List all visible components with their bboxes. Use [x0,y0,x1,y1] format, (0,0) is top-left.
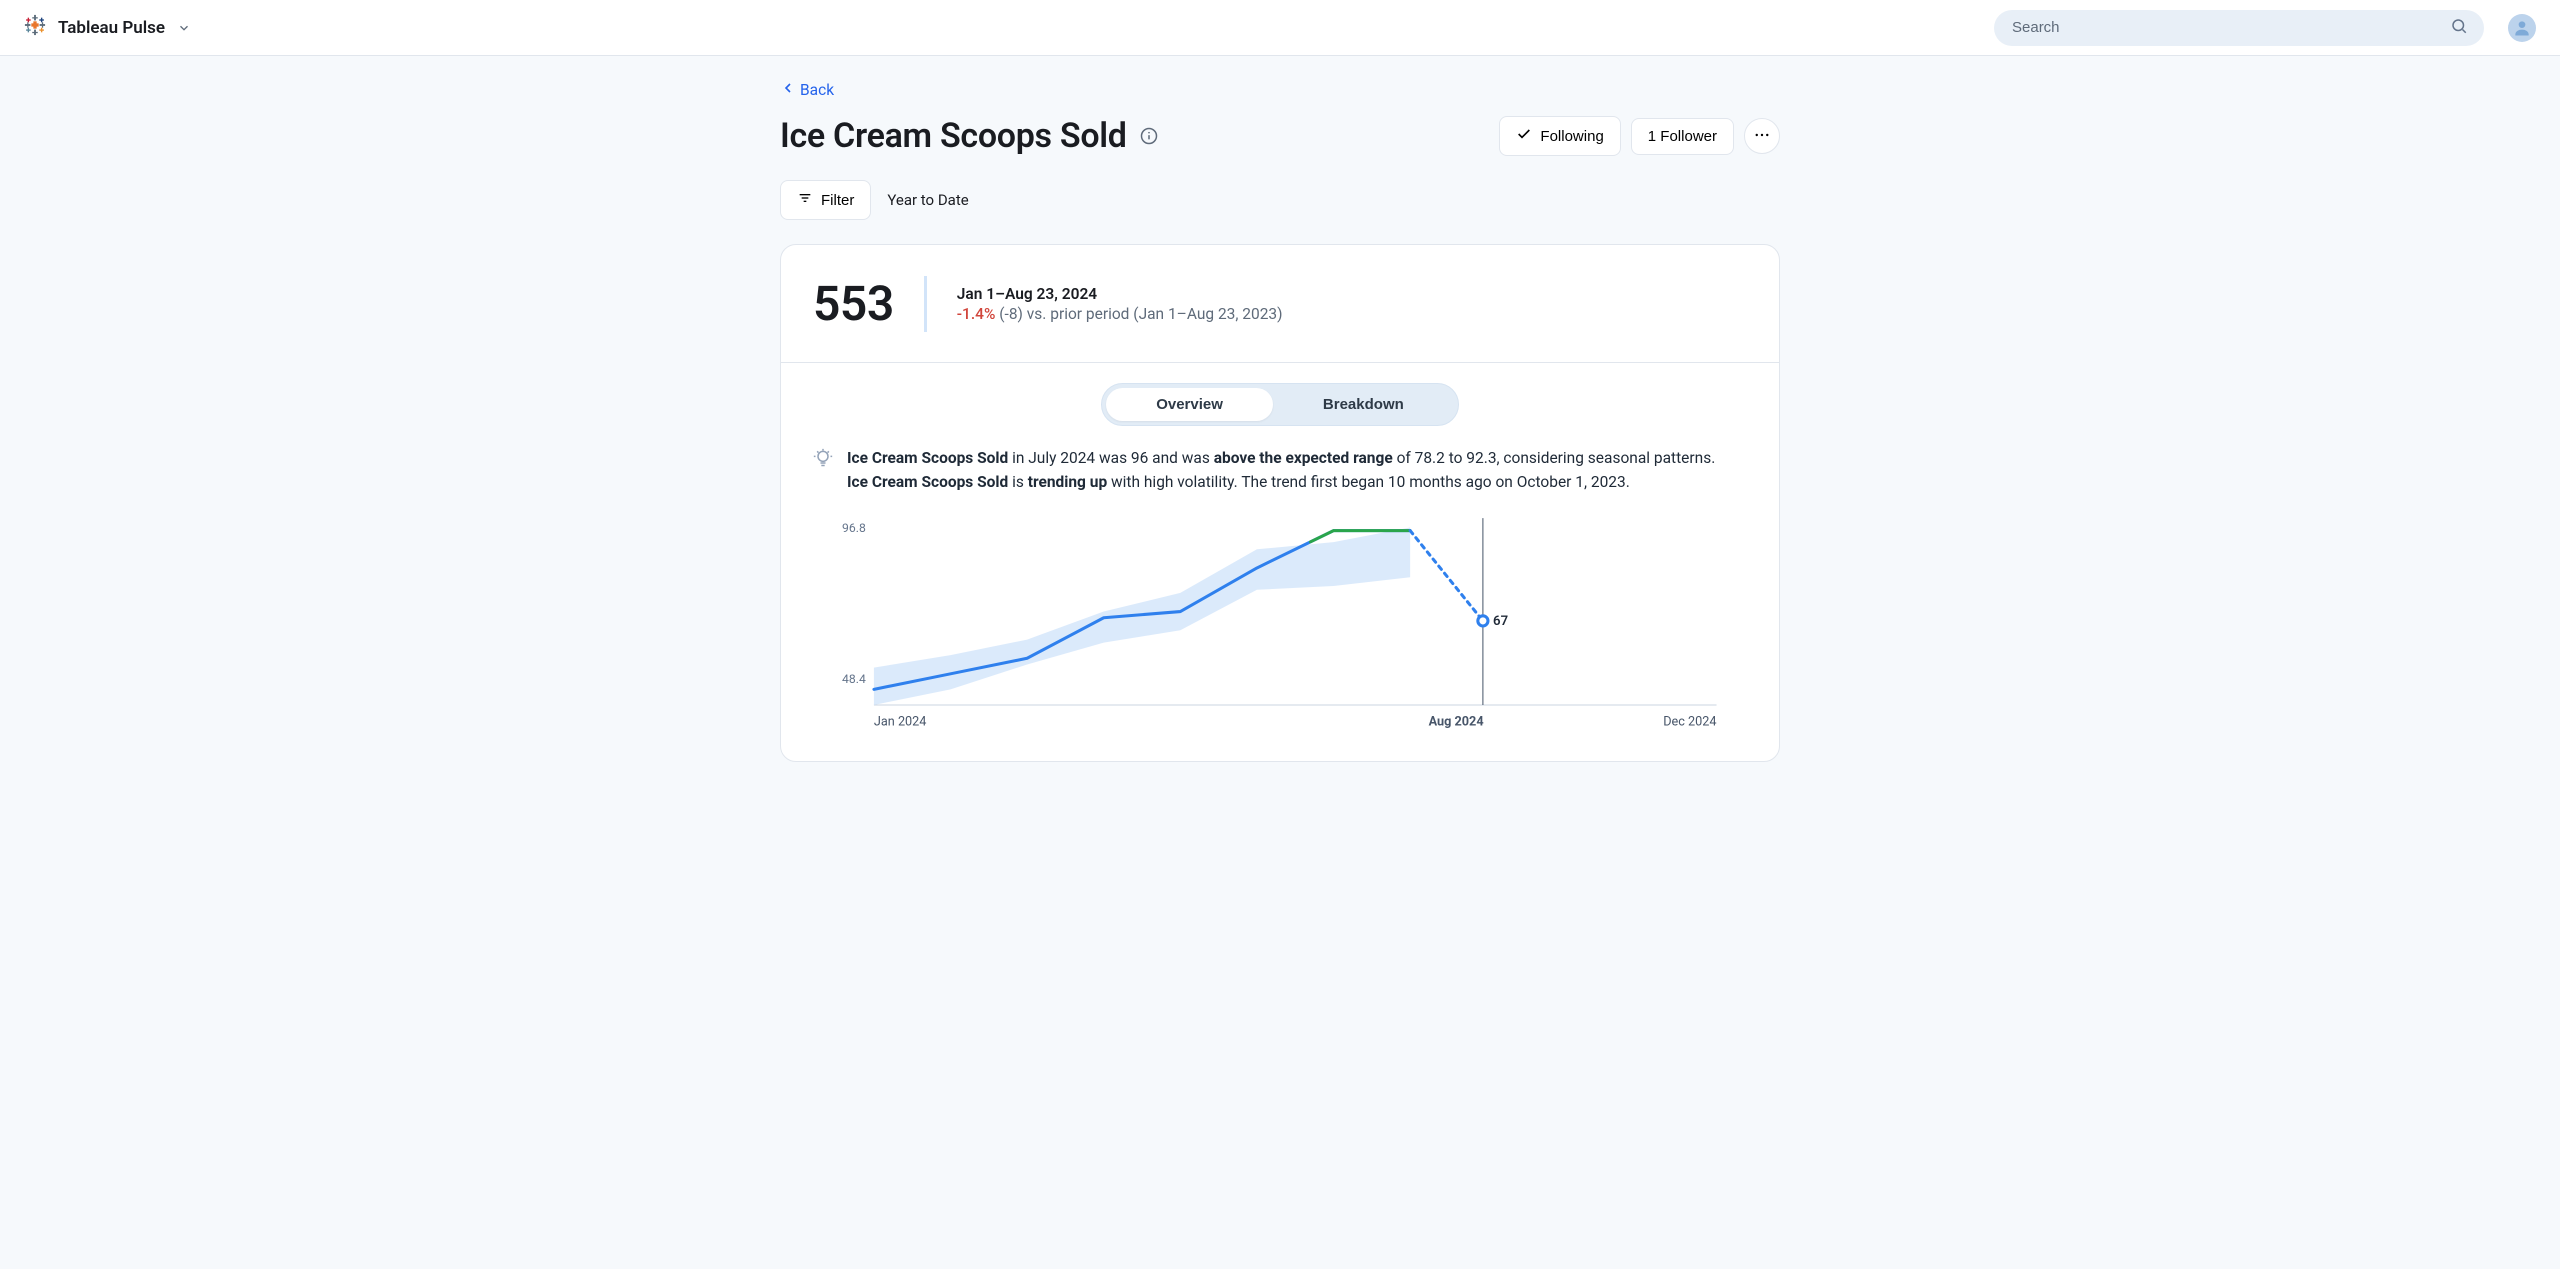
metric-value: 553 [813,275,894,332]
delta-abs: (-8) [999,305,1023,323]
chart: 48.4 96.8 67 Jan 2024 Aug 2024 Dec 2024 [781,502,1779,761]
delta-comparison: vs. prior period (Jan 1–Aug 23, 2023) [1027,305,1283,323]
back-link[interactable]: Back [780,76,834,116]
metric-period: Jan 1–Aug 23, 2024 [957,285,1283,303]
brand[interactable]: Tableau Pulse [24,14,191,41]
page-content: Back Ice Cream Scoops Sold Following 1 F… [780,56,1780,802]
brand-name: Tableau Pulse [58,18,165,38]
svg-text:96.8: 96.8 [842,521,866,535]
filter-label: Filter [821,192,854,209]
tab-overview[interactable]: Overview [1106,388,1273,421]
line-chart-svg: 48.4 96.8 67 Jan 2024 Aug 2024 Dec 2024 [813,508,1747,731]
insight-l1-mid: in July 2024 was 96 and was [1008,449,1213,467]
insight-l1-em: above the expected range [1214,449,1393,467]
delta-pct: -1.4% [957,305,996,323]
page-title-text: Ice Cream Scoops Sold [780,116,1127,156]
chevron-down-icon [177,21,191,35]
svg-text:67: 67 [1493,614,1508,629]
page-title: Ice Cream Scoops Sold [780,116,1159,156]
metric-summary: 553 Jan 1–Aug 23, 2024 -1.4% (-8) vs. pr… [781,245,1779,363]
svg-text:Aug 2024: Aug 2024 [1429,714,1484,729]
metric-delta: -1.4% (-8) vs. prior period (Jan 1–Aug 2… [957,305,1283,323]
tab-breakdown[interactable]: Breakdown [1273,388,1454,421]
insight-icon [813,448,833,494]
check-icon [1516,126,1532,146]
following-label: Following [1540,128,1603,145]
insight-l1-post: of 78.2 to 92.3, considering seasonal pa… [1393,449,1716,467]
chevron-left-icon [780,80,796,100]
insight-l2-metric: Ice Cream Scoops Sold [847,473,1012,491]
svg-text:Jan 2024: Jan 2024 [874,714,927,729]
insight-l2-em: trending up [1028,473,1107,491]
back-label: Back [800,81,834,99]
topbar: Tableau Pulse [0,0,2560,56]
search-input[interactable] [2010,18,2450,37]
more-horizontal-icon [1753,126,1771,147]
filter-button[interactable]: Filter [780,180,871,220]
avatar[interactable] [2508,14,2536,42]
svg-text:48.4: 48.4 [842,672,866,686]
divider [924,276,927,332]
view-toggle: Overview Breakdown [1101,383,1459,426]
filter-summary: Year to Date [887,191,968,209]
tableau-logo-icon [24,14,46,41]
followers-button[interactable]: 1 Follower [1631,118,1734,155]
svg-text:Dec 2024: Dec 2024 [1663,714,1716,729]
more-actions-button[interactable] [1744,118,1780,154]
metric-card: 553 Jan 1–Aug 23, 2024 -1.4% (-8) vs. pr… [780,244,1780,762]
insight-l2-post: with high volatility. The trend first be… [1107,473,1630,491]
following-button[interactable]: Following [1499,116,1620,156]
insight-l1-metric: Ice Cream Scoops Sold [847,449,1008,467]
insight-l2-mid: is [1012,473,1028,491]
search-box[interactable] [1994,10,2484,46]
info-icon[interactable] [1139,126,1159,146]
insight-text: Ice Cream Scoops Sold in July 2024 was 9… [781,440,1779,502]
search-icon [2450,17,2468,39]
filter-icon [797,190,813,210]
followers-label: 1 Follower [1648,128,1717,145]
